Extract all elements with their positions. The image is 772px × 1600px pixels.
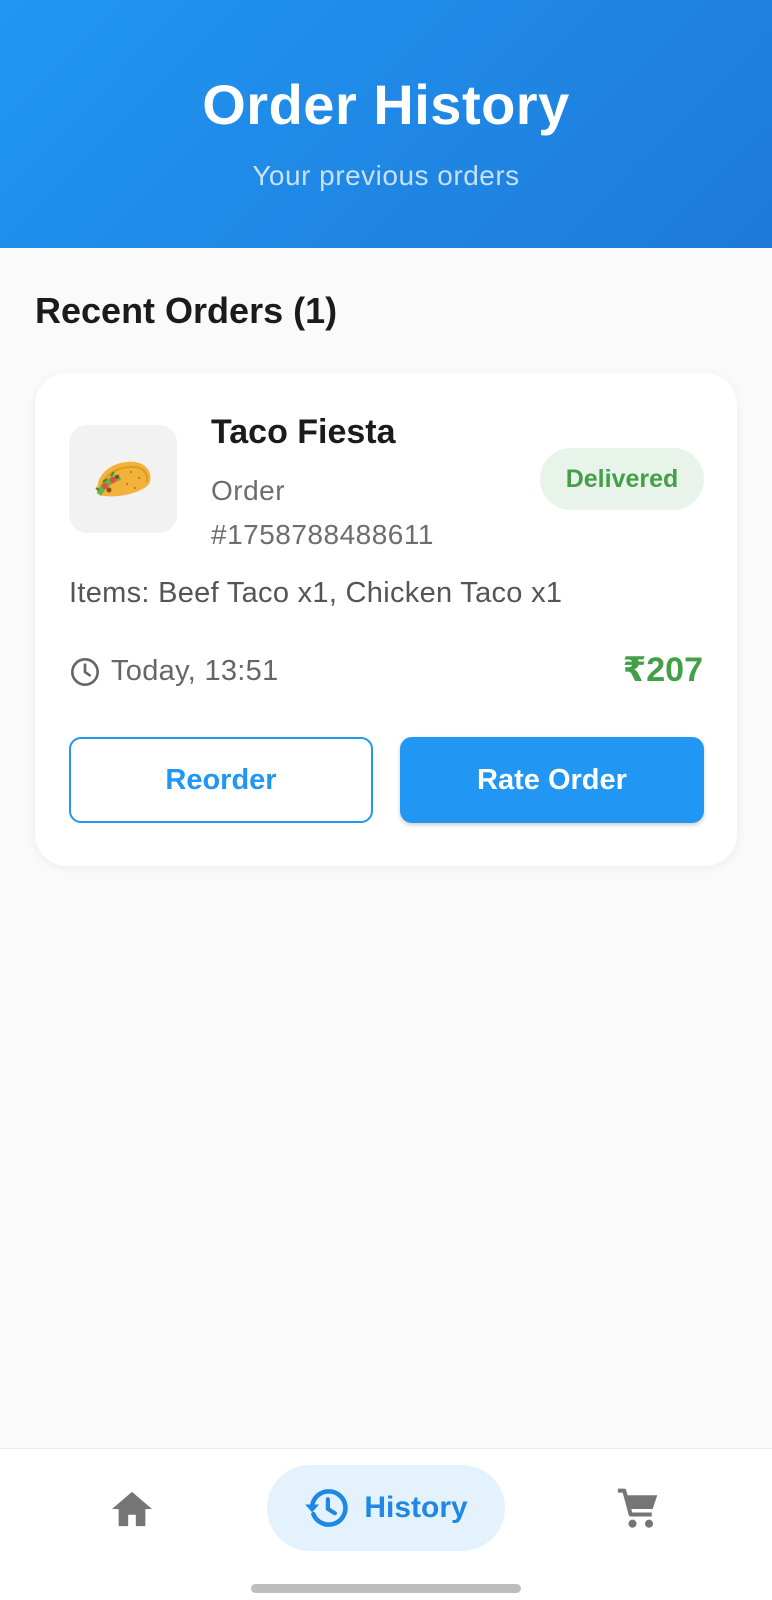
status-badge: Delivered [540, 448, 704, 510]
app-header: Order History Your previous orders [0, 0, 772, 248]
page-title: Order History [202, 73, 570, 136]
rate-order-button[interactable]: Rate Order [400, 737, 704, 823]
order-time: Today, 13:51 [111, 655, 279, 687]
nav-item-cart[interactable] [614, 1485, 662, 1533]
order-time-row: Today, 13:51 [69, 655, 279, 688]
section-title: Recent Orders (1) [35, 290, 338, 331]
nav-item-history[interactable]: History [267, 1465, 505, 1551]
nav-item-home[interactable] [108, 1485, 156, 1533]
order-card[interactable]: Taco Fiesta Order #1758788488611 Deliver… [35, 373, 737, 866]
order-history-screen: Order History Your previous orders Recen… [0, 0, 772, 1600]
clock-icon [71, 657, 99, 686]
order-number: Order #1758788488611 [211, 475, 434, 550]
order-price: ₹207 [622, 651, 703, 689]
page-subtitle: Your previous orders [252, 160, 520, 191]
cart-icon [617, 1488, 658, 1528]
reorder-button[interactable]: Reorder [69, 737, 373, 823]
history-icon [305, 1489, 349, 1527]
order-items: Items: Beef Taco x1, Chicken Taco x1 [69, 577, 563, 609]
nav-item-history-label: History [364, 1491, 468, 1524]
taco-icon [95, 461, 151, 497]
home-indicator [251, 1584, 521, 1593]
bottom-navigation: History [0, 1448, 772, 1600]
home-icon [111, 1491, 153, 1527]
restaurant-thumbnail [69, 425, 177, 533]
restaurant-name: Taco Fiesta [211, 413, 396, 451]
